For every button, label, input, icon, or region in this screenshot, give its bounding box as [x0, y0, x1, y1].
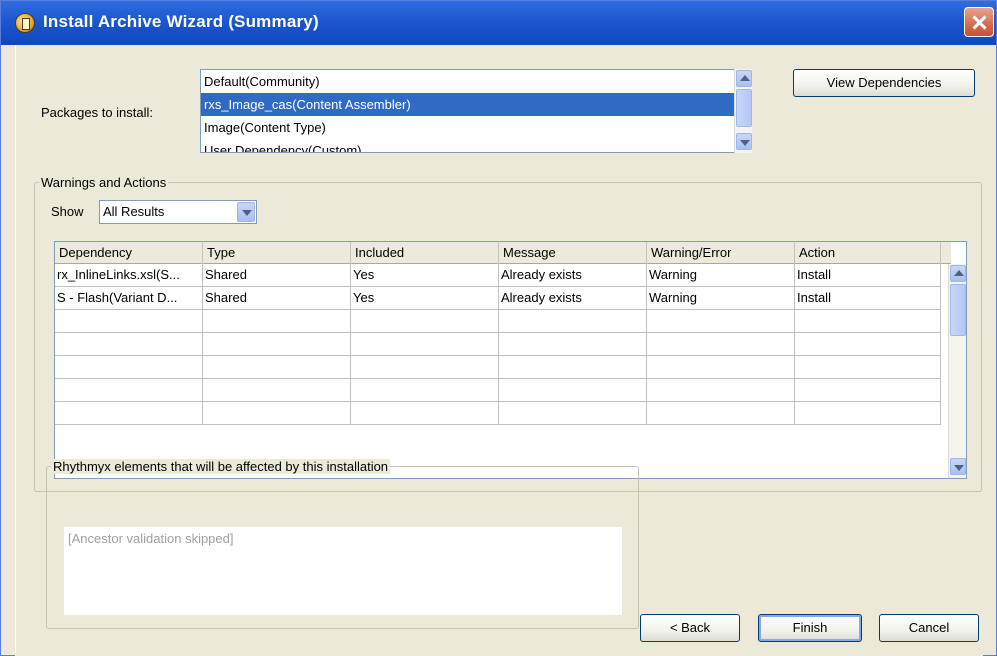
- cell-dependency: rx_InlineLinks.xsl(S...: [55, 264, 203, 286]
- cell-type: [203, 356, 351, 378]
- packages-label: Packages to install:: [41, 105, 154, 120]
- package-item[interactable]: Image(Content Type): [201, 116, 750, 139]
- table-row[interactable]: [55, 356, 941, 379]
- chevron-down-icon[interactable]: [237, 202, 255, 222]
- cell-action: Install: [795, 287, 941, 309]
- cell-included: [351, 333, 499, 355]
- cell-type: Shared: [203, 264, 351, 286]
- column-header-dependency[interactable]: Dependency: [55, 242, 203, 264]
- warnings-actions-legend: Warnings and Actions: [39, 175, 169, 190]
- install-archive-wizard-window: Install Archive Wizard (Summary) Package…: [0, 0, 997, 656]
- packages-list[interactable]: Default(Community) rxs_Image_cas(Content…: [200, 69, 751, 153]
- packages-scrollbar[interactable]: [734, 69, 752, 153]
- cell-included: [351, 356, 499, 378]
- affected-elements-box: [Ancestor validation skipped]: [64, 527, 622, 615]
- table-scrollbar[interactable]: [948, 264, 966, 478]
- cell-warning-error: Warning: [647, 287, 795, 309]
- cell-type: [203, 333, 351, 355]
- scroll-thumb[interactable]: [950, 284, 966, 336]
- cell-dependency: [55, 310, 203, 332]
- cell-warning-error: [647, 356, 795, 378]
- affected-elements-legend: Rhythmyx elements that will be affected …: [51, 459, 391, 474]
- cell-included: Yes: [351, 287, 499, 309]
- table-row[interactable]: [55, 402, 941, 425]
- column-header-type[interactable]: Type: [203, 242, 351, 264]
- table-row[interactable]: [55, 310, 941, 333]
- window-title: Install Archive Wizard (Summary): [43, 12, 319, 31]
- affected-elements-text: [Ancestor validation skipped]: [68, 531, 234, 546]
- cell-message: [499, 379, 647, 401]
- cell-dependency: [55, 333, 203, 355]
- package-item[interactable]: Default(Community): [201, 70, 750, 93]
- cell-action: Install: [795, 264, 941, 286]
- cell-dependency: S - Flash(Variant D...: [55, 287, 203, 309]
- chevron-down-icon[interactable]: [736, 133, 752, 150]
- results-filter-select[interactable]: All Results: [99, 200, 257, 224]
- cell-included: [351, 379, 499, 401]
- table-row[interactable]: [55, 333, 941, 356]
- cell-action: [795, 310, 941, 332]
- scroll-thumb[interactable]: [736, 89, 752, 127]
- package-item[interactable]: User Dependency(Custom): [201, 139, 750, 152]
- cell-included: [351, 310, 499, 332]
- finish-button[interactable]: Finish: [758, 614, 862, 642]
- show-label: Show: [51, 204, 84, 219]
- cell-warning-error: [647, 379, 795, 401]
- cell-action: [795, 402, 941, 424]
- title-bar[interactable]: Install Archive Wizard (Summary): [1, 1, 996, 45]
- cell-dependency: [55, 379, 203, 401]
- cell-included: [351, 402, 499, 424]
- cell-warning-error: [647, 310, 795, 332]
- cell-action: [795, 333, 941, 355]
- cell-dependency: [55, 356, 203, 378]
- cell-message: [499, 356, 647, 378]
- cell-message: Already exists: [499, 287, 647, 309]
- cell-message: [499, 402, 647, 424]
- cell-message: [499, 310, 647, 332]
- cancel-button[interactable]: Cancel: [879, 614, 979, 642]
- cell-included: Yes: [351, 264, 499, 286]
- wizard-content: Packages to install: Default(Community) …: [15, 45, 983, 656]
- table-header: Dependency Type Included Message Warning…: [55, 242, 951, 264]
- column-header-warning-error[interactable]: Warning/Error: [647, 242, 795, 264]
- cell-dependency: [55, 402, 203, 424]
- column-header-included[interactable]: Included: [351, 242, 499, 264]
- cell-type: [203, 379, 351, 401]
- table-row[interactable]: rx_InlineLinks.xsl(S... Shared Yes Already …: [55, 264, 941, 287]
- cell-type: [203, 402, 351, 424]
- table-row[interactable]: [55, 379, 941, 402]
- cell-message: Already exists: [499, 264, 647, 286]
- cell-warning-error: Warning: [647, 264, 795, 286]
- view-dependencies-button[interactable]: View Dependencies: [793, 69, 975, 97]
- table-row[interactable]: S - Flash(Variant D... Shared Yes Already e…: [55, 287, 941, 310]
- app-icon: [15, 13, 35, 33]
- cell-action: [795, 379, 941, 401]
- chevron-down-icon[interactable]: [950, 458, 966, 475]
- cell-message: [499, 333, 647, 355]
- dependencies-table[interactable]: Dependency Type Included Message Warning…: [54, 241, 967, 479]
- results-filter-value: All Results: [103, 204, 165, 219]
- cell-type: [203, 310, 351, 332]
- cell-warning-error: [647, 333, 795, 355]
- cell-type: Shared: [203, 287, 351, 309]
- chevron-up-icon[interactable]: [736, 70, 752, 87]
- column-header-action[interactable]: Action: [795, 242, 941, 264]
- close-icon[interactable]: [964, 7, 994, 37]
- package-item-selected[interactable]: rxs_Image_cas(Content Assembler): [201, 93, 750, 116]
- cell-action: [795, 356, 941, 378]
- cell-warning-error: [647, 402, 795, 424]
- chevron-up-icon[interactable]: [950, 265, 966, 282]
- back-button[interactable]: < Back: [640, 614, 740, 642]
- column-header-message[interactable]: Message: [499, 242, 647, 264]
